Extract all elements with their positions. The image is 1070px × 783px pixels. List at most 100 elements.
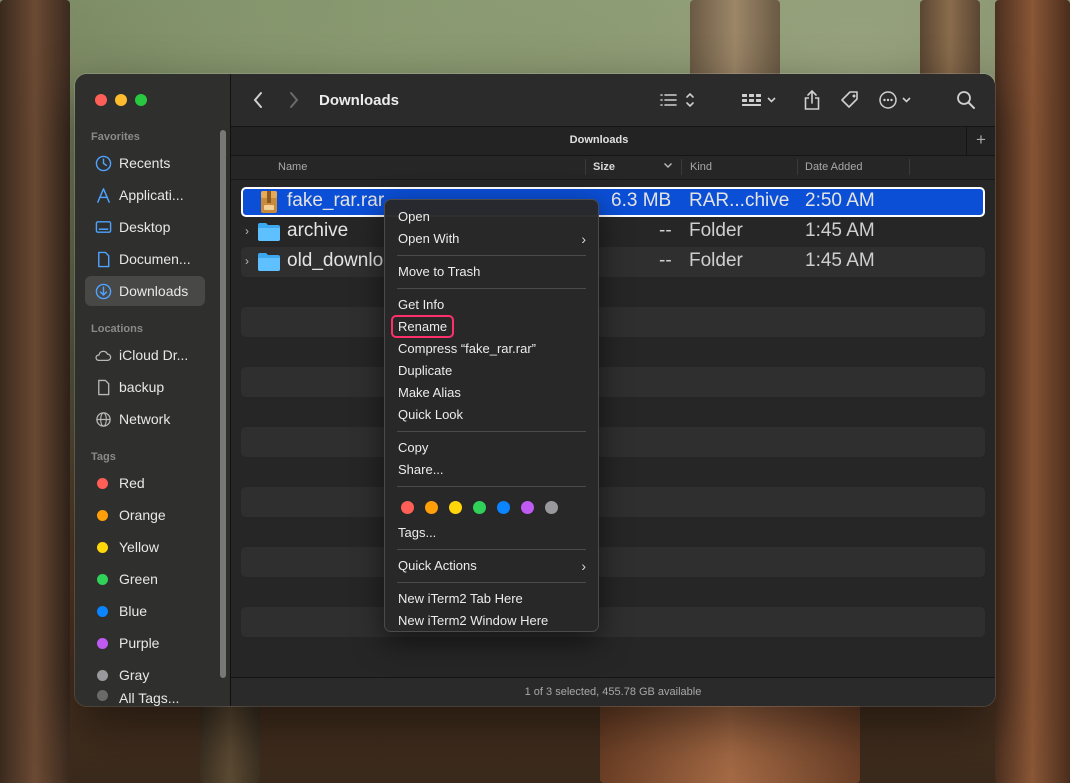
sidebar-item-label: Desktop [119, 219, 171, 235]
sidebar-item-recents[interactable]: Recents [85, 148, 205, 178]
sidebar-item-all-tags[interactable]: All Tags... [85, 690, 205, 706]
tag-color-purple[interactable] [521, 500, 534, 514]
share-button[interactable] [799, 87, 825, 113]
menu-item-open-with[interactable]: Open With › [385, 228, 598, 250]
menu-separator [397, 486, 586, 487]
sidebar-item-backup[interactable]: backup [85, 372, 205, 402]
column-header: Name Size Kind Date Added [231, 155, 995, 180]
column-divider[interactable] [797, 159, 798, 175]
sidebar-item-desktop[interactable]: Desktop [85, 212, 205, 242]
close-button[interactable] [95, 94, 107, 106]
tag-dot [97, 637, 108, 649]
tag-color-green[interactable] [473, 500, 486, 514]
tag-button[interactable] [837, 87, 863, 113]
tag-color-yellow[interactable] [449, 500, 462, 514]
back-button[interactable] [247, 88, 269, 112]
globe-icon [94, 410, 112, 428]
background-trunk [600, 700, 860, 783]
menu-item-rename[interactable]: Rename [385, 315, 598, 338]
tab-bar: Downloads + [231, 126, 995, 156]
chevron-left-icon [253, 92, 262, 108]
tab-downloads[interactable]: Downloads [231, 134, 967, 146]
menu-item-quick-actions[interactable]: Quick Actions › [385, 555, 598, 577]
empty-row [241, 487, 985, 517]
sidebar-item-tag-red[interactable]: Red [85, 468, 205, 498]
sidebar-scrollbar[interactable] [220, 130, 226, 678]
file-date: 1:45 AM [805, 250, 875, 271]
menu-item-label: Open With [398, 231, 460, 246]
menu-item-iterm-window[interactable]: New iTerm2 Window Here [385, 610, 598, 632]
new-tab-button[interactable]: + [966, 127, 995, 155]
menu-item-iterm-tab[interactable]: New iTerm2 Tab Here [385, 588, 598, 610]
status-bar: 1 of 3 selected, 455.78 GB available [231, 677, 995, 706]
empty-row [241, 277, 985, 307]
file-date: 2:50 AM [805, 190, 875, 211]
menu-item-label: Quick Actions [398, 558, 477, 573]
empty-row [241, 607, 985, 637]
file-icon [94, 378, 112, 396]
sidebar-item-downloads[interactable]: Downloads [85, 276, 205, 306]
view-options-button[interactable] [657, 89, 697, 111]
menu-item-get-info[interactable]: Get Info [385, 294, 598, 316]
sidebar-item-tag-yellow[interactable]: Yellow [85, 532, 205, 562]
sidebar-item-tag-green[interactable]: Green [85, 564, 205, 594]
sidebar-item-label: Applicati... [119, 187, 184, 203]
menu-item-tags[interactable]: Tags... [385, 522, 598, 544]
locations-header: Locations [91, 323, 143, 335]
background-trunk [0, 0, 70, 783]
menu-item-open[interactable]: Open [385, 206, 598, 228]
column-name[interactable]: Name [278, 161, 307, 173]
sidebar-item-tag-purple[interactable]: Purple [85, 628, 205, 658]
empty-row [241, 517, 985, 547]
sidebar-item-label: Green [119, 571, 158, 587]
menu-item-copy[interactable]: Copy [385, 437, 598, 459]
desktop-icon [94, 218, 112, 236]
disclosure-triangle-icon[interactable]: › [245, 224, 249, 238]
tag-color-blue[interactable] [497, 500, 510, 514]
empty-row [241, 547, 985, 577]
menu-item-duplicate[interactable]: Duplicate [385, 360, 598, 382]
tag-color-gray[interactable] [545, 500, 558, 514]
column-size[interactable]: Size [593, 161, 615, 173]
minimize-button[interactable] [115, 94, 127, 106]
menu-separator [397, 431, 586, 432]
file-row[interactable]: › old_downlo -- Folder 1:45 AM [241, 247, 985, 277]
file-row[interactable]: › archive -- Folder 1:45 AM [241, 217, 985, 247]
window-title: Downloads [319, 92, 400, 109]
sidebar-item-applications[interactable]: Applicati... [85, 180, 205, 210]
action-menu-button[interactable] [875, 87, 919, 113]
menu-item-compress[interactable]: Compress “fake_rar.rar” [385, 338, 598, 360]
column-divider[interactable] [681, 159, 682, 175]
tag-icon [841, 91, 858, 108]
zoom-button[interactable] [135, 94, 147, 106]
file-name: old_downlo [287, 250, 384, 271]
search-button[interactable] [953, 87, 979, 113]
empty-row [241, 637, 985, 667]
tag-dot [97, 669, 108, 681]
sidebar-item-tag-blue[interactable]: Blue [85, 596, 205, 626]
column-divider[interactable] [909, 159, 910, 175]
column-divider[interactable] [585, 159, 586, 175]
file-row[interactable]: fake_rar.rar 6.3 MB RAR...chive 2:50 AM [241, 187, 985, 217]
forward-button[interactable] [283, 88, 305, 112]
menu-item-share[interactable]: Share... [385, 459, 598, 481]
sidebar-item-tag-gray[interactable]: Gray [85, 660, 205, 690]
menu-item-make-alias[interactable]: Make Alias [385, 382, 598, 404]
menu-separator [397, 255, 586, 256]
column-date-added[interactable]: Date Added [805, 161, 863, 173]
menu-item-quick-look[interactable]: Quick Look [385, 404, 598, 426]
disclosure-triangle-icon[interactable]: › [245, 254, 249, 268]
sidebar-item-icloud[interactable]: iCloud Dr... [85, 340, 205, 370]
empty-row [241, 577, 985, 607]
menu-item-move-to-trash[interactable]: Move to Trash [385, 261, 598, 283]
background-trunk [690, 0, 780, 80]
sidebar-item-network[interactable]: Network [85, 404, 205, 434]
file-name: archive [287, 220, 349, 241]
sidebar-item-documents[interactable]: Documen... [85, 244, 205, 274]
tag-color-orange[interactable] [425, 500, 438, 514]
sidebar-item-label: Red [119, 475, 145, 491]
column-kind[interactable]: Kind [690, 161, 712, 173]
group-button[interactable] [739, 89, 779, 111]
sidebar-item-tag-orange[interactable]: Orange [85, 500, 205, 530]
tag-color-red[interactable] [401, 500, 414, 514]
